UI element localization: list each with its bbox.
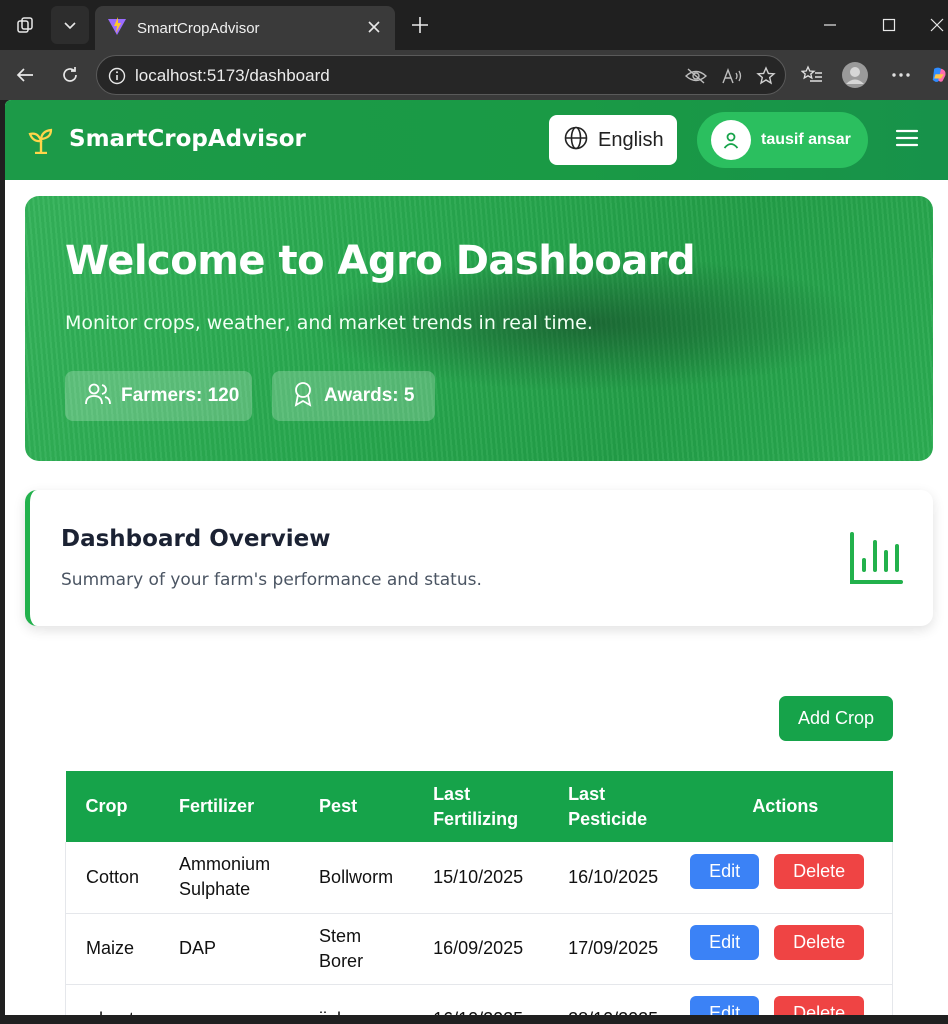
cell-actions: Edit Delete (678, 984, 894, 1015)
table-row: wheat urea jink 16/10/2025 28/10/2025 Ed… (65, 984, 894, 1015)
col-header-last-pesticide: Last Pesticide (548, 771, 679, 842)
cell-last-pesticide: 28/10/2025 (548, 984, 679, 1015)
language-label: English (598, 128, 664, 151)
language-selector[interactable]: English (549, 115, 677, 165)
user-menu-button[interactable]: tausif ansar (697, 112, 868, 168)
window-close-icon[interactable] (926, 8, 948, 42)
cell-crop: wheat (65, 984, 160, 1015)
bar-chart-icon (848, 530, 904, 586)
farmers-stat-badge: Farmers: 120 (65, 371, 252, 421)
cell-actions: Edit Delete (678, 913, 894, 985)
cell-pest: Bollworm (299, 842, 414, 914)
hamburger-menu-icon[interactable] (895, 128, 925, 152)
brand-name[interactable]: SmartCropAdvisor (69, 126, 306, 152)
app-header: SmartCropAdvisor English tausif ansar (5, 100, 948, 180)
tab-title: SmartCropAdvisor (137, 19, 260, 37)
hero-title: Welcome to Agro Dashboard (65, 238, 696, 284)
tab-list-chevron-icon[interactable] (51, 6, 89, 44)
user-name: tausif ansar (761, 131, 851, 148)
overview-subtitle: Summary of your farm's performance and s… (61, 570, 482, 590)
browser-tab-active[interactable]: SmartCropAdvisor (95, 6, 395, 50)
browser-tab-bar: SmartCropAdvisor (0, 0, 948, 50)
sprout-icon (27, 126, 55, 155)
delete-button[interactable]: Delete (774, 996, 865, 1015)
window-bottom-edge (0, 1015, 948, 1024)
url-text: localhost:5173/dashboard (135, 66, 330, 85)
cell-pest: Stem Borer (299, 913, 414, 985)
table-header-row: Crop Fertilizer Pest Last Fertilizing La… (65, 771, 893, 842)
site-info-icon[interactable] (106, 65, 128, 87)
delete-button[interactable]: Delete (774, 925, 865, 960)
favorites-list-icon[interactable] (797, 60, 827, 90)
award-icon (292, 381, 314, 411)
cell-fertilizer: DAP (159, 913, 300, 985)
browser-address-bar: localhost:5173/dashboard (0, 50, 948, 100)
cell-last-pesticide: 16/10/2025 (548, 842, 679, 914)
copilot-icon[interactable] (930, 60, 948, 90)
profile-avatar-icon[interactable] (840, 60, 870, 90)
cell-crop: Cotton (65, 842, 160, 914)
col-header-crop: Crop (65, 771, 160, 842)
overview-title: Dashboard Overview (61, 526, 331, 552)
cell-fertilizer: urea (159, 984, 300, 1015)
more-options-icon[interactable] (886, 60, 916, 90)
edit-button[interactable]: Edit (690, 925, 760, 960)
col-header-last-fertilizing: Last Fertilizing (413, 771, 549, 842)
vite-favicon-icon (107, 16, 127, 40)
tab-close-icon[interactable] (363, 16, 385, 38)
page-viewport: SmartCropAdvisor English tausif ansar We… (5, 100, 948, 1015)
hero-subtitle: Monitor crops, weather, and market trend… (65, 312, 593, 334)
maximize-icon[interactable] (869, 8, 909, 42)
tracking-prevention-icon[interactable] (685, 65, 707, 87)
cell-crop: Maize (65, 913, 160, 985)
url-field[interactable]: localhost:5173/dashboard (96, 55, 786, 95)
cell-pest: jink (299, 984, 414, 1015)
crop-table: Crop Fertilizer Pest Last Fertilizing La… (65, 771, 894, 1015)
workspaces-icon[interactable] (6, 6, 44, 44)
awards-stat-badge: Awards: 5 (272, 371, 435, 421)
awards-stat-label: Awards: 5 (324, 385, 415, 406)
cell-last-pesticide: 17/09/2025 (548, 913, 679, 985)
delete-button[interactable]: Delete (774, 853, 865, 889)
reload-icon[interactable] (53, 58, 87, 92)
back-arrow-icon[interactable] (8, 58, 42, 92)
cell-last-fertilizing: 16/09/2025 (413, 913, 549, 985)
farmers-stat-label: Farmers: 120 (121, 385, 240, 406)
col-header-pest: Pest (299, 771, 414, 842)
new-tab-plus-icon[interactable] (401, 6, 439, 44)
cell-fertilizer: Ammonium Sulphate (159, 842, 300, 914)
col-header-actions: Actions (678, 771, 893, 842)
welcome-banner: Welcome to Agro Dashboard Monitor crops,… (25, 196, 933, 461)
globe-icon (564, 126, 588, 154)
minimize-icon[interactable] (810, 8, 850, 42)
table-row: Cotton Ammonium Sulphate Bollworm 15/10/… (65, 842, 894, 914)
edit-button[interactable]: Edit (690, 996, 760, 1015)
user-avatar (711, 120, 751, 160)
user-icon (723, 132, 739, 149)
read-aloud-icon[interactable] (721, 65, 743, 87)
table-row: Maize DAP Stem Borer 16/09/2025 17/09/20… (65, 913, 894, 985)
cell-last-fertilizing: 15/10/2025 (413, 842, 549, 914)
add-crop-button[interactable]: Add Crop (779, 696, 893, 741)
dashboard-overview-card: Dashboard Overview Summary of your farm'… (25, 490, 933, 626)
cell-actions: Edit Delete (678, 842, 894, 914)
col-header-fertilizer: Fertilizer (159, 771, 300, 842)
favorite-star-icon[interactable] (755, 65, 777, 87)
edit-button[interactable]: Edit (690, 853, 760, 889)
users-icon (85, 382, 111, 410)
cell-last-fertilizing: 16/10/2025 (413, 984, 549, 1015)
